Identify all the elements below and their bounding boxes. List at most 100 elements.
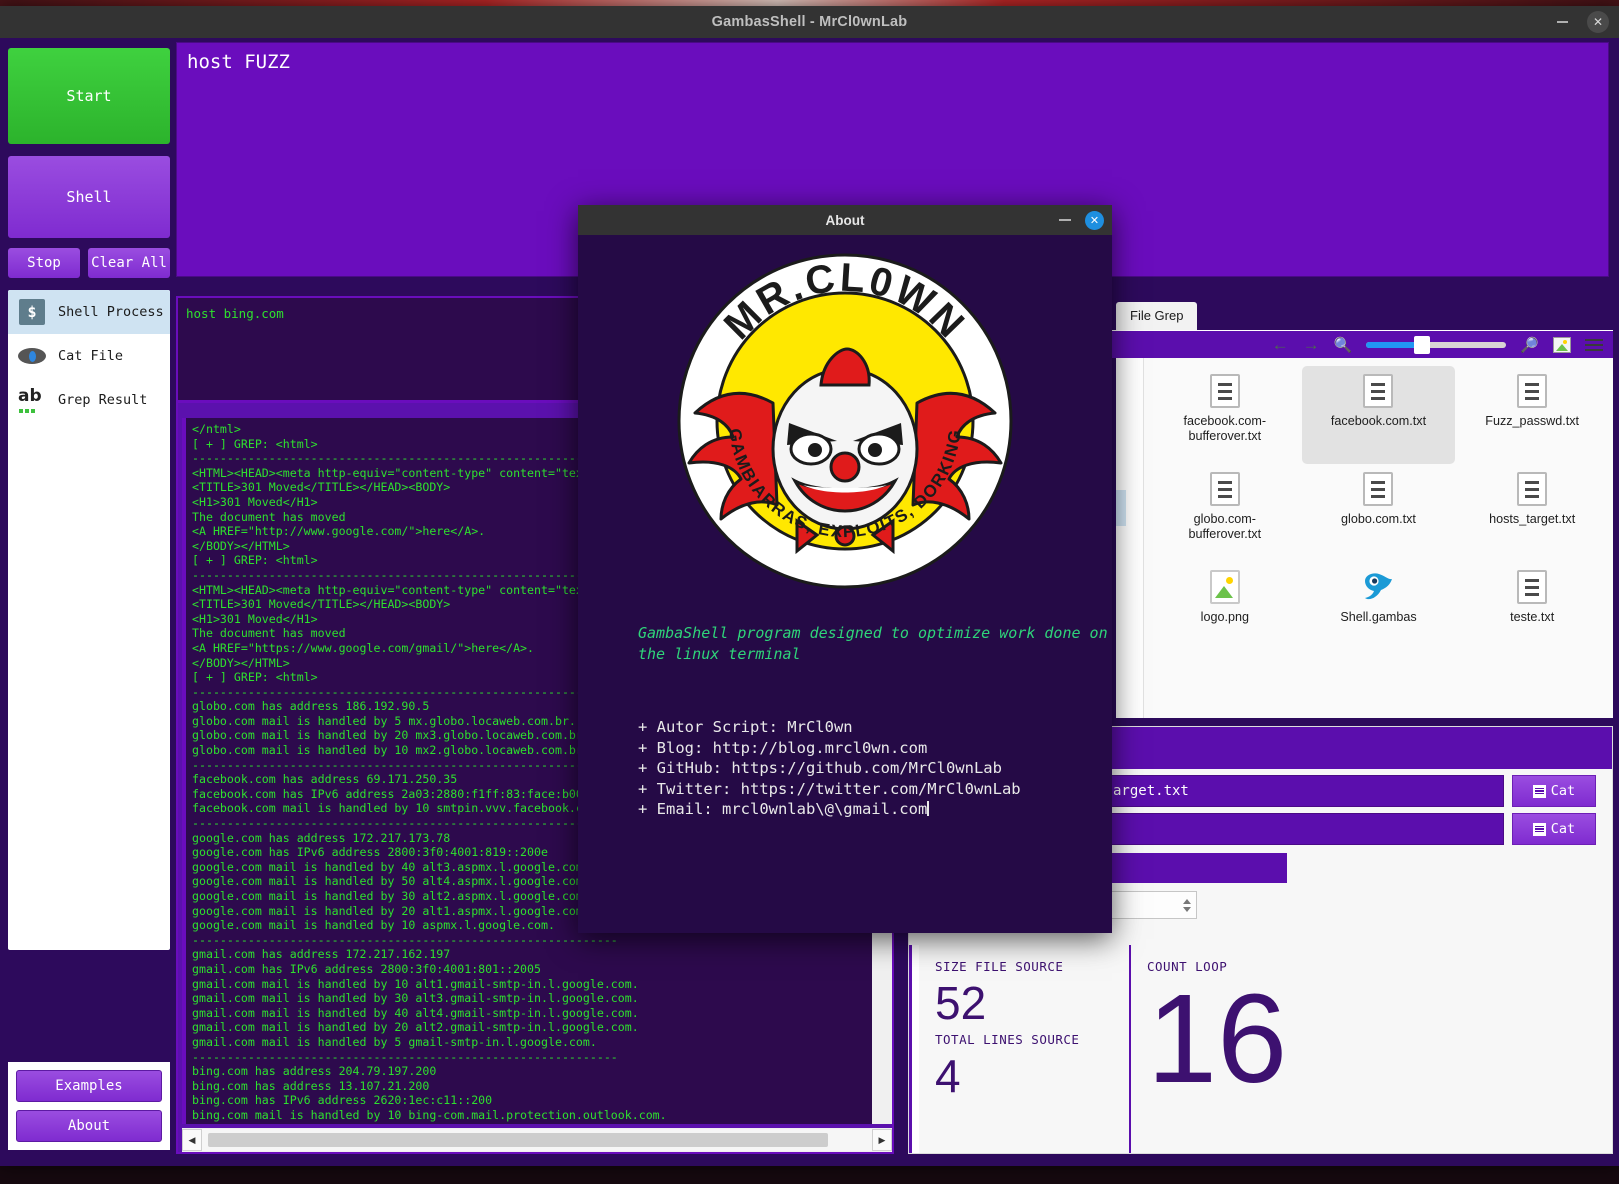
scrollbar-thumb[interactable] <box>208 1133 828 1147</box>
text-file-icon <box>1517 472 1548 506</box>
text-caret <box>927 801 929 816</box>
scrollbar-track[interactable] <box>202 1129 872 1151</box>
sidebar-highlight <box>1116 490 1126 526</box>
about-dialog-titlebar[interactable]: About ✕ <box>578 205 1112 235</box>
zoom-slider-knob[interactable] <box>1414 335 1431 354</box>
sidebar-action-row: Stop Clear All <box>8 248 170 278</box>
start-button[interactable]: Start <box>8 48 170 144</box>
ab-text-icon: ab <box>18 386 46 414</box>
main-window-controls: ✕ <box>1551 6 1609 38</box>
zoom-out-icon[interactable]: 🔍 <box>1334 336 1353 354</box>
sidebar-item-label: Grep Result <box>58 392 148 408</box>
file-browser-area: facebook.com-bufferover.txt facebook.com… <box>1116 358 1613 718</box>
about-minimize-icon[interactable] <box>1059 219 1071 221</box>
sidebar-item-shell-process[interactable]: $ Shell Process <box>8 290 170 334</box>
file-item[interactable]: logo.png <box>1148 562 1302 660</box>
about-dialog-controls: ✕ <box>1059 205 1104 235</box>
size-file-source-value: 52 <box>935 977 987 1029</box>
image-file-icon <box>1209 570 1240 604</box>
file-name: teste.txt <box>1510 610 1555 624</box>
zoom-slider-fill <box>1366 341 1417 348</box>
file-name: hosts_target.txt <box>1489 512 1576 526</box>
about-links: + Autor Script: MrCl0wn + Blog: http://b… <box>578 665 1112 820</box>
spinner-icon[interactable] <box>1178 892 1196 918</box>
about-close-button[interactable]: ✕ <box>1085 210 1104 230</box>
stats-column-left: SIZE FILE SOURCE 52 TOTAL LINES SOURCE 4 <box>919 945 1131 1153</box>
count-loop-value: 16 <box>1147 968 1288 1109</box>
file-item[interactable]: hosts_target.txt <box>1455 464 1609 562</box>
cat-button-1[interactable]: Cat <box>1512 775 1596 807</box>
text-file-icon <box>1209 472 1240 506</box>
stats-column-right: COUNT LOOP 16 <box>1131 945 1303 1153</box>
document-icon <box>1532 784 1546 798</box>
file-name: globo.com.txt <box>1341 512 1416 526</box>
stop-button[interactable]: Stop <box>8 248 80 278</box>
file-name: logo.png <box>1200 610 1249 624</box>
eye-icon <box>18 342 46 370</box>
file-item[interactable]: teste.txt <box>1455 562 1609 660</box>
zoom-slider[interactable] <box>1366 335 1507 354</box>
cat-button-2[interactable]: Cat <box>1512 813 1596 845</box>
text-file-icon <box>1363 374 1394 408</box>
about-dialog-body: MR.CL0WN GAMBIARRAS, EXPLOITS, DORKING G… <box>578 235 1112 933</box>
list-view-icon[interactable] <box>1585 337 1603 353</box>
zoom-in-icon[interactable]: 🔎 <box>1520 336 1539 354</box>
sidebar-item-cat-file[interactable]: Cat File <box>8 334 170 378</box>
minimize-button[interactable] <box>1551 11 1573 33</box>
file-item[interactable]: Shell.gambas <box>1302 562 1456 660</box>
text-file-icon <box>1209 374 1240 408</box>
file-name: facebook.com-bufferover.txt <box>1183 414 1267 443</box>
file-browser-tabs: File Grep <box>1108 300 1613 330</box>
cat-button-label: Cat <box>1550 783 1576 799</box>
total-lines-source-value: 4 <box>935 1050 961 1102</box>
examples-button[interactable]: Examples <box>16 1070 162 1102</box>
clear-all-button[interactable]: Clear All <box>88 248 170 278</box>
scroll-left-icon[interactable]: ◀ <box>182 1129 202 1151</box>
text-file-icon <box>1517 570 1548 604</box>
minimize-icon <box>1556 21 1568 23</box>
file-browser-sidebar[interactable] <box>1116 358 1144 718</box>
sidebar-item-label: Shell Process <box>58 304 164 320</box>
file-item[interactable]: globo.com-bufferover.txt <box>1148 464 1302 562</box>
sidebar-item-label: Cat File <box>58 348 124 364</box>
size-file-source-label: SIZE FILE SOURCE <box>935 959 1064 974</box>
file-name: globo.com-bufferover.txt <box>1188 512 1262 541</box>
about-links-text: + Autor Script: MrCl0wn + Blog: http://b… <box>638 718 1021 818</box>
about-dialog-title: About <box>825 212 865 228</box>
file-item[interactable]: globo.com.txt <box>1302 464 1456 562</box>
close-button[interactable]: ✕ <box>1587 11 1609 33</box>
shell-button[interactable]: Shell <box>8 156 170 238</box>
stats-area: SIZE FILE SOURCE 52 TOTAL LINES SOURCE 4… <box>909 945 1612 1153</box>
about-dialog: About ✕ MR.CL0WN GAMBIARRAS, EXPLOITS, D… <box>578 205 1112 933</box>
dollar-shell-icon: $ <box>18 298 46 326</box>
file-item[interactable]: facebook.com.txt <box>1301 366 1456 464</box>
stats-left-border <box>909 945 919 1153</box>
main-window-titlebar[interactable]: GambasShell - MrCl0wnLab ✕ <box>0 6 1619 38</box>
text-file-icon <box>1517 374 1548 408</box>
arrow-left-icon[interactable]: ← <box>1272 335 1289 355</box>
terminal-horizontal-scrollbar[interactable]: ◀ ▶ <box>182 1128 892 1152</box>
file-name: Shell.gambas <box>1340 610 1417 624</box>
file-browser-panel: File Grep ← → 🔍 🔎 facebook.com-bufferove… <box>1108 300 1613 718</box>
file-item[interactable]: facebook.com-bufferover.txt <box>1148 366 1302 464</box>
main-window-title: GambasShell - MrCl0wnLab <box>711 14 908 30</box>
text-file-icon <box>1363 472 1394 506</box>
file-name: facebook.com.txt <box>1330 414 1427 428</box>
sidebar-item-grep-result[interactable]: ab Grep Result <box>8 378 170 422</box>
about-button[interactable]: About <box>16 1110 162 1142</box>
mrclown-logo: MR.CL0WN GAMBIARRAS, EXPLOITS, DORKING <box>578 235 1112 589</box>
sidebar-nav-list: $ Shell Process Cat File ab Grep Result <box>8 290 170 950</box>
document-icon <box>1532 822 1546 836</box>
total-lines-source-label: TOTAL LINES SOURCE <box>935 1032 1080 1047</box>
file-browser-toolbar: ← → 🔍 🔎 <box>1108 330 1613 358</box>
file-item[interactable]: Fuzz_passwd.txt <box>1455 366 1609 464</box>
gambas-bird-icon <box>1360 570 1396 604</box>
image-view-icon[interactable] <box>1553 336 1571 353</box>
file-grid: facebook.com-bufferover.txt facebook.com… <box>1144 358 1613 718</box>
arrow-right-icon[interactable]: → <box>1303 335 1320 355</box>
scroll-right-icon[interactable]: ▶ <box>872 1129 892 1151</box>
tab-file-grep[interactable]: File Grep <box>1116 302 1198 330</box>
sidebar: Start Shell Stop Clear All $ Shell Proce… <box>8 48 170 1158</box>
sidebar-footer: Examples About <box>8 1062 170 1150</box>
cat-button-label: Cat <box>1550 821 1576 837</box>
